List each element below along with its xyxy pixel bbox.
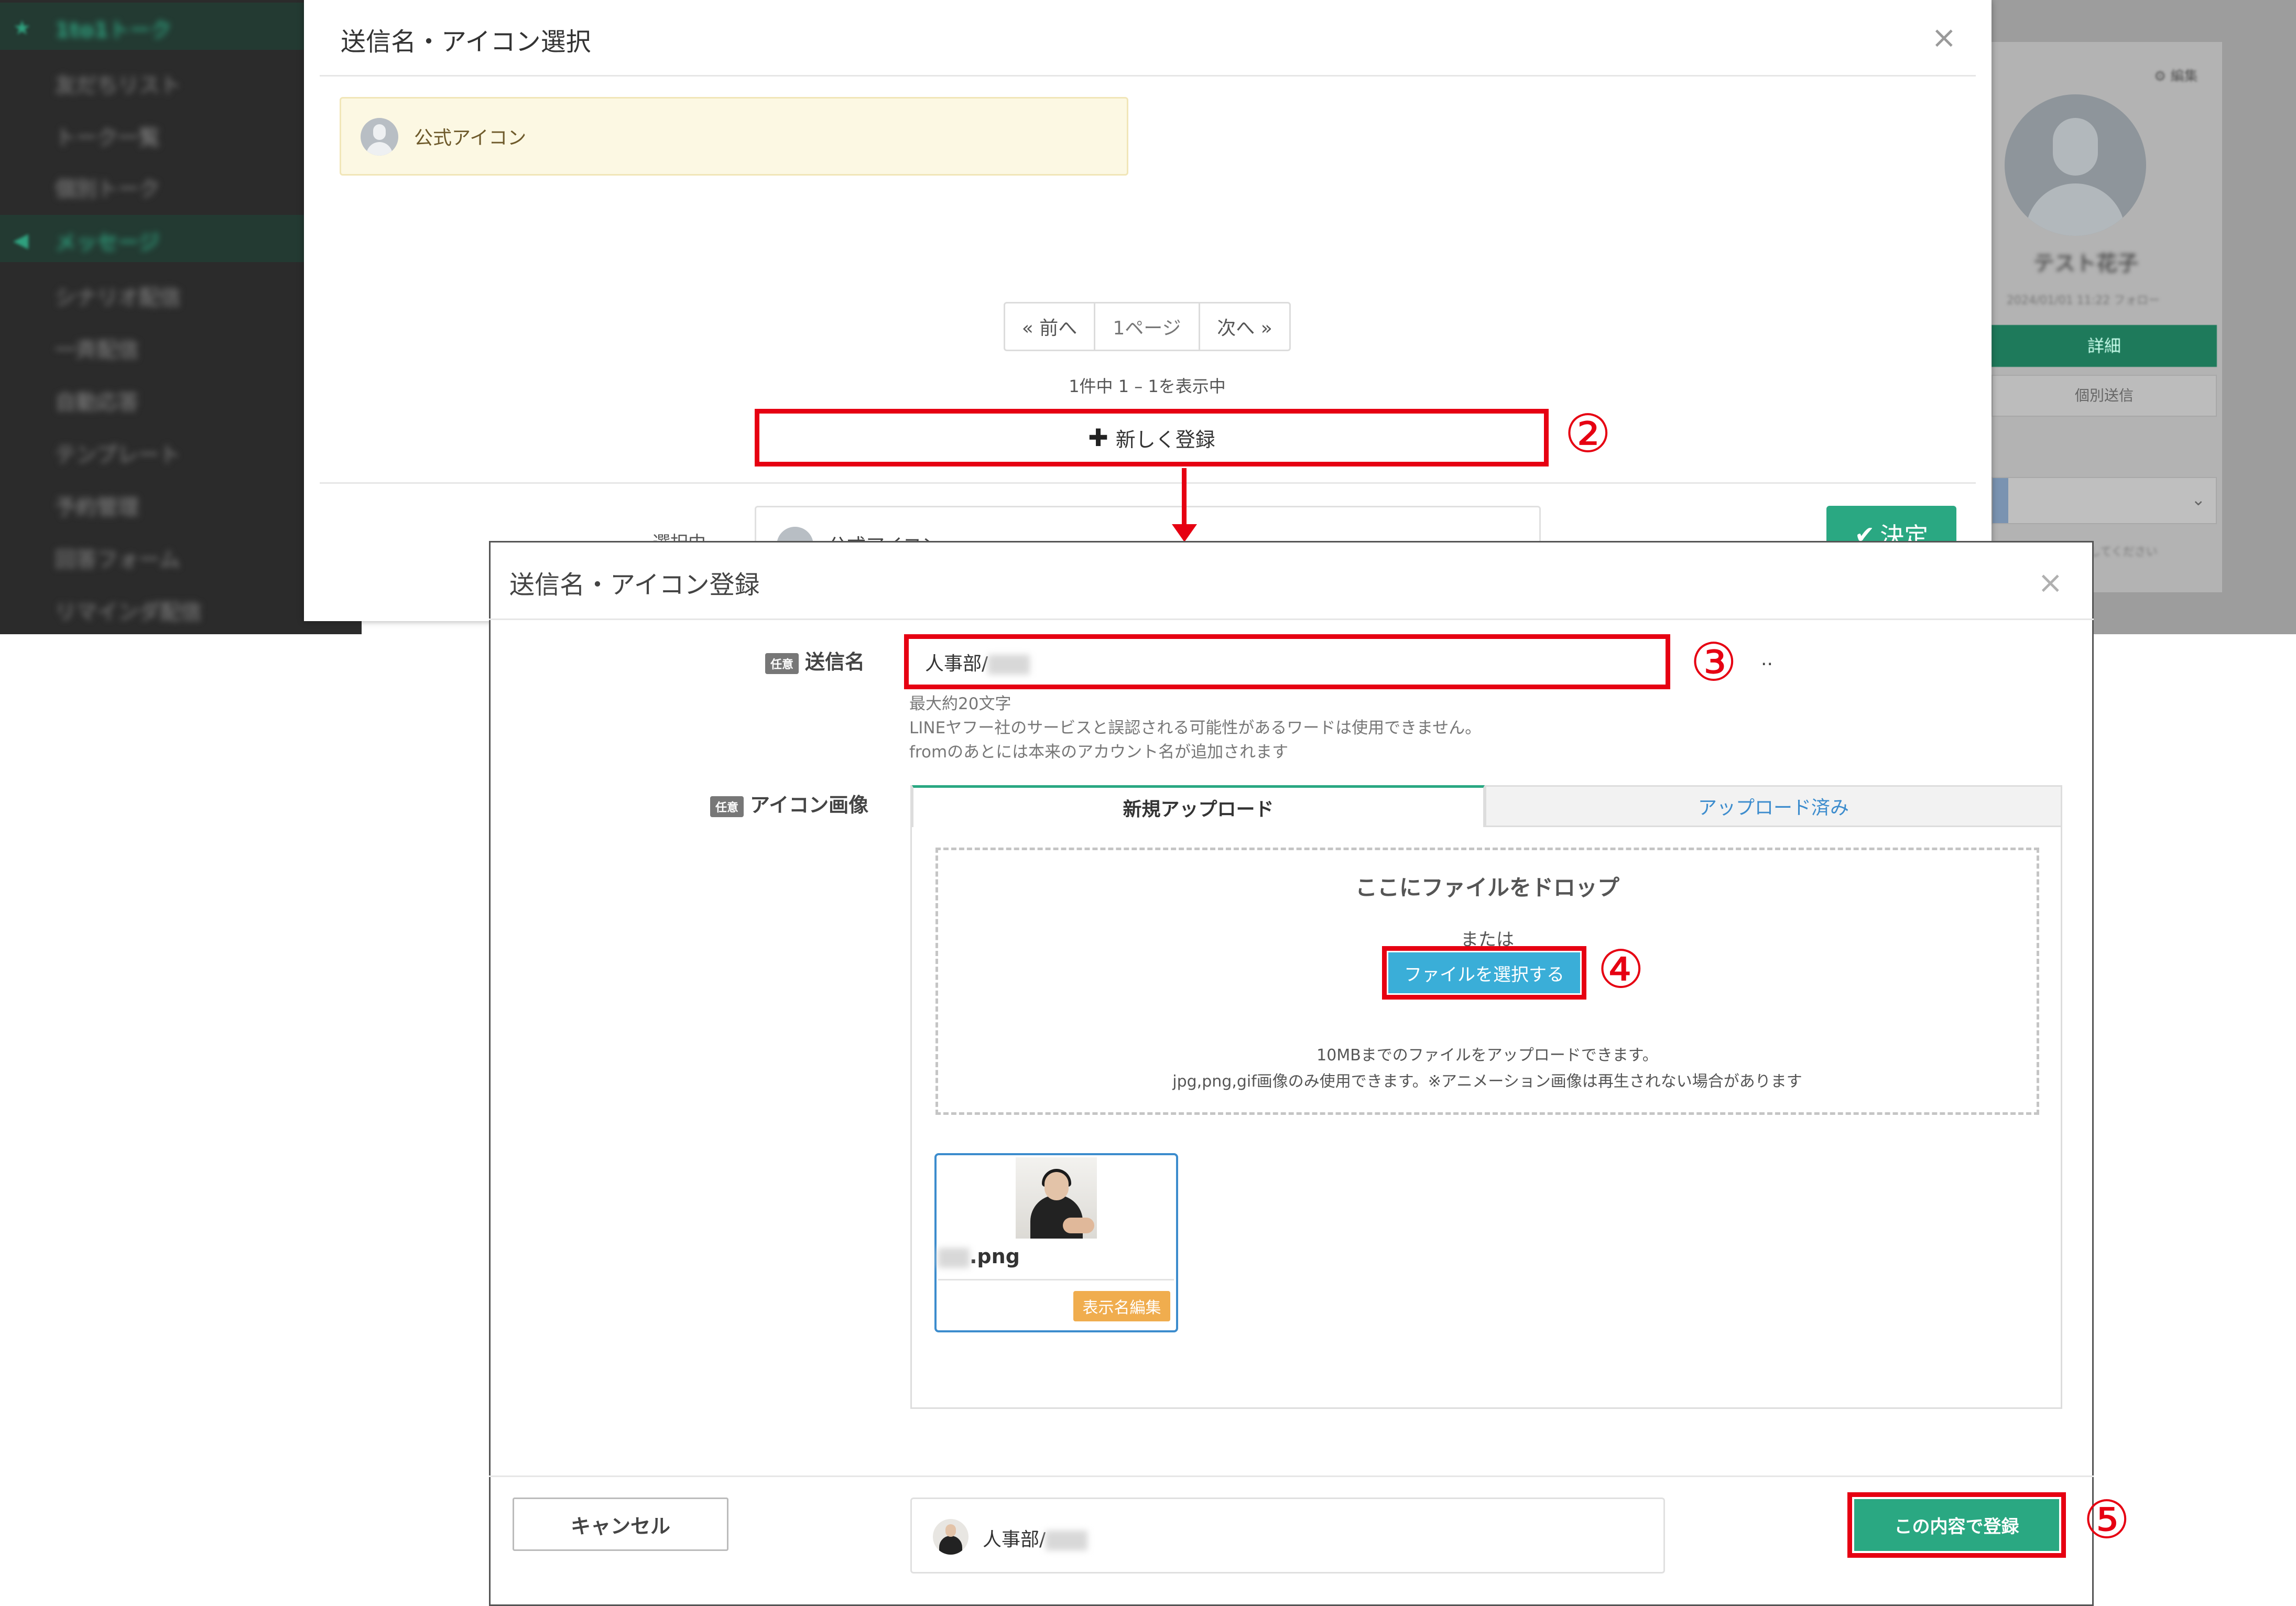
select-file-button[interactable]: ファイルを選択する [1388, 952, 1580, 993]
cancel-button[interactable]: キャンセル [513, 1498, 728, 1551]
pagination-next[interactable]: 次へ » [1200, 303, 1289, 350]
new-register-button[interactable]: ✚ 新しく登録 [755, 409, 1549, 466]
redacted-text [938, 1247, 970, 1268]
pagination: « 前へ 1ページ 次へ » [1004, 302, 1291, 351]
edit-display-name-button[interactable]: 表示名編集 [1073, 1291, 1170, 1321]
dropzone-title: ここにファイルをドロップ [1355, 875, 1619, 900]
redacted-text [1046, 1531, 1088, 1550]
file-name: .png [938, 1245, 1020, 1268]
sidebar-item-label: 個別トーク [55, 177, 160, 201]
sidebar-item-label: 予約管理 [55, 495, 139, 519]
avatar [933, 1519, 969, 1555]
step-4-callout: ④ [1597, 939, 1645, 1000]
close-icon[interactable]: × [2038, 567, 2063, 598]
sidebar-item-label: 一斉配信 [55, 338, 139, 362]
plus-icon: ✚ [1088, 424, 1108, 452]
profile-detail-button[interactable]: 詳細 [1992, 325, 2217, 367]
new-register-label: 新しく登録 [1115, 428, 1215, 451]
sidebar-item-label: 1to1トーク [55, 18, 172, 42]
profile-avatar [2005, 94, 2146, 236]
sender-preview-text: 人事部/ [983, 1524, 1088, 1551]
divider [489, 1475, 2094, 1477]
sidebar-item-label: テンプレート [55, 443, 180, 467]
sidebar-item-label: メッセージ [55, 231, 160, 255]
step-5-callout: ⑤ [2083, 1489, 2130, 1550]
pagination-current[interactable]: 1ページ [1095, 303, 1200, 350]
step-3-callout: ③ [1690, 632, 1737, 693]
sender-name-help: 最大約20文字 LINEヤフー社のサービスと誤認される可能性があるワードは使用で… [909, 695, 1482, 762]
sidebar-item-label: 友だちリスト [55, 73, 181, 97]
arrow-down-icon [1172, 524, 1197, 542]
divider [320, 75, 1976, 77]
pagination-prev[interactable]: « 前へ [1005, 303, 1095, 350]
sidebar-item-label: シナリオ配信 [55, 286, 181, 310]
file-thumbnail [1016, 1157, 1097, 1239]
profile-status-select[interactable]: ⌄ [1992, 477, 2217, 524]
sidebar-item-label: リマインダ配信 [55, 600, 202, 624]
divider [938, 1279, 1174, 1281]
star-icon: ★ [13, 16, 31, 39]
profile-edit-link[interactable]: ⚙ 編集 [2154, 66, 2198, 85]
tab-new-upload[interactable]: 新規アップロード [912, 785, 1485, 827]
close-icon[interactable]: × [1931, 22, 1957, 52]
tab-uploaded[interactable]: アップロード済み [1485, 785, 2062, 827]
optional-badge: 任意 [765, 653, 799, 674]
sender-name-label: 任意 送信名 [765, 646, 865, 675]
user-avatar-icon [361, 118, 398, 156]
dropzone-note: jpg,png,gif画像のみ使用できます。※アニメーション画像は再生されない場… [1172, 1072, 1802, 1091]
profile-follow-date: 2024/01/01 11:22 フォロー [2006, 294, 2160, 307]
dropzone-note: 10MBまでのファイルをアップロードできます。 [1316, 1046, 1658, 1065]
official-icon-label: 公式アイコン [414, 127, 527, 149]
sidebar-item-label: 自動応答 [55, 390, 139, 415]
chevron-down-icon: ⌄ [2191, 490, 2205, 509]
sidebar-item-label: 回答フォーム [55, 548, 180, 572]
select-modal-title: 送信名・アイコン選択 [341, 27, 591, 57]
sender-name-value: 人事部/ [925, 648, 1030, 676]
sidebar-item-label: トーク一覧 [55, 126, 160, 150]
page-info: 1件中 1 – 1を表示中 [1069, 376, 1226, 396]
arrow-line [1182, 468, 1187, 528]
register-button[interactable]: この内容で登録 [1854, 1499, 2059, 1551]
register-modal-title: 送信名・アイコン登録 [509, 570, 760, 600]
divider [489, 618, 2094, 620]
sender-name-ellipsis: .. [1761, 648, 1773, 670]
step-2-callout: ② [1564, 403, 1612, 464]
profile-name: テスト花子 [2033, 252, 2138, 276]
megaphone-icon: ◀ [13, 229, 29, 252]
divider [320, 482, 1976, 484]
icon-image-label: 任意 アイコン画像 [710, 789, 868, 818]
redacted-text [988, 655, 1030, 675]
profile-send-button[interactable]: 個別送信 [1992, 375, 2217, 417]
optional-badge: 任意 [710, 796, 744, 817]
